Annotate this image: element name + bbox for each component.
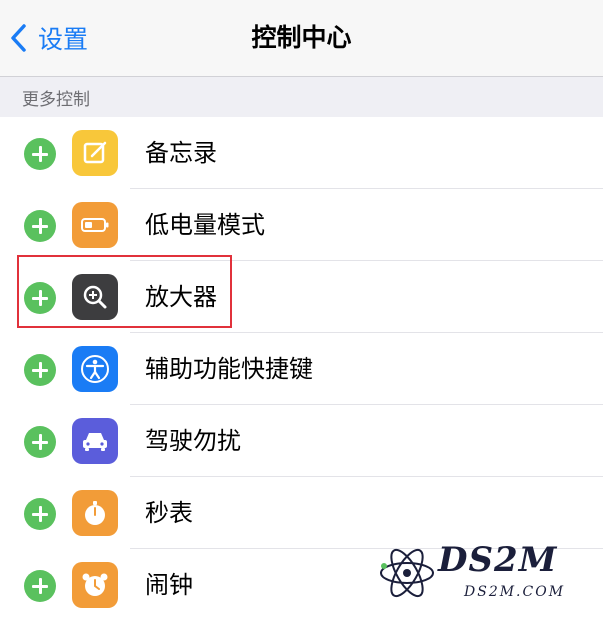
list-item-label: 备忘录	[145, 139, 217, 167]
list-item-label: 闹钟	[145, 571, 193, 599]
list-item-accessibility-shortcut[interactable]: 辅助功能快捷键	[0, 333, 603, 405]
watermark-title: DS2M	[438, 540, 558, 580]
stopwatch-icon	[72, 490, 118, 536]
list-item-label: 秒表	[145, 499, 193, 527]
list-item-label: 放大器	[145, 283, 217, 311]
add-button[interactable]	[24, 282, 56, 314]
add-button[interactable]	[24, 138, 56, 170]
alarm-icon	[72, 562, 118, 608]
add-button[interactable]	[24, 426, 56, 458]
list-item-label: 低电量模式	[145, 211, 265, 239]
list-item-notes[interactable]: 备忘录	[0, 117, 603, 189]
add-button[interactable]	[24, 570, 56, 602]
list-item-label: 驾驶勿扰	[145, 427, 241, 455]
add-button[interactable]	[24, 354, 56, 386]
list-item-driving-focus[interactable]: 驾驶勿扰	[0, 405, 603, 477]
notes-icon	[72, 130, 118, 176]
battery-icon	[72, 202, 118, 248]
list-item-label: 辅助功能快捷键	[145, 355, 313, 383]
section-header: 更多控制	[0, 77, 603, 117]
navigation-bar: 设置 控制中心	[0, 0, 603, 77]
accessibility-icon	[72, 346, 118, 392]
section-header-label: 更多控制	[22, 90, 90, 110]
list-item-low-power-mode[interactable]: 低电量模式	[0, 189, 603, 261]
atom-logo-icon	[380, 548, 434, 598]
add-button[interactable]	[24, 498, 56, 530]
car-icon	[72, 418, 118, 464]
page-title: 控制中心	[251, 23, 352, 52]
list-item-magnifier[interactable]: 放大器	[0, 261, 603, 333]
watermark-subtitle: DS2M.COM	[464, 584, 566, 600]
add-button[interactable]	[24, 210, 56, 242]
magnifier-icon	[72, 274, 118, 320]
watermark: DS2M DS2M.COM	[378, 538, 598, 608]
